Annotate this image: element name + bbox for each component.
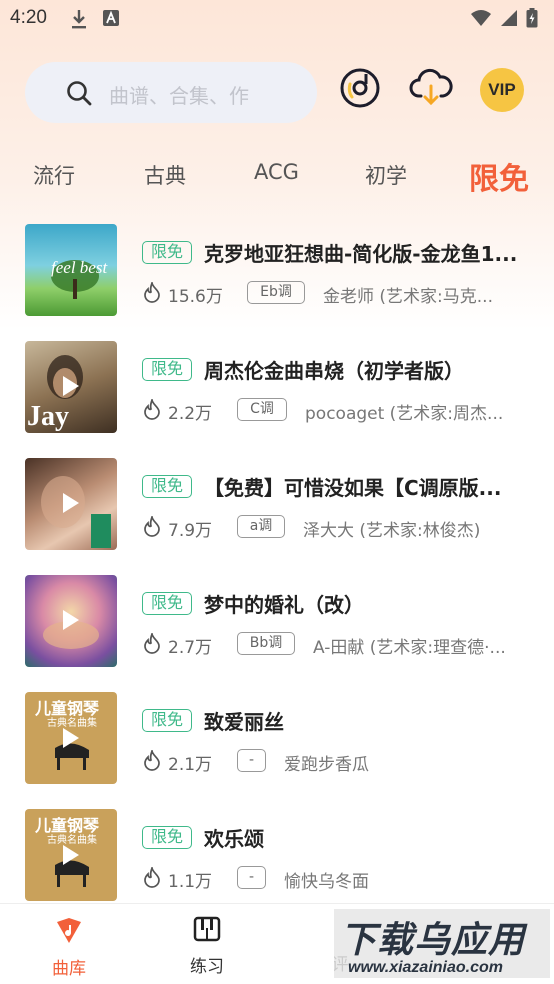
status-time: 4:20 [10, 7, 47, 28]
song-meta: 爱跑步香瓜 [284, 755, 369, 775]
download-icon [70, 9, 88, 33]
song-title: 梦中的婚礼（改） [204, 593, 364, 617]
cover-title: Jay [27, 401, 69, 432]
tab-classical[interactable]: 古典 [144, 160, 186, 190]
album-cover: Jay [25, 341, 117, 433]
song-title: 周杰伦金曲串烧（初学者版） [204, 359, 464, 383]
album-cover: 儿童钢琴 古典名曲集 [25, 692, 117, 784]
list-item[interactable]: 限免 梦中的婚礼（改） 2.7万 Bb调 A-田献 (艺术家:理查德·... [0, 575, 554, 669]
song-meta: pocoaget (艺术家:周杰... [305, 404, 504, 424]
play-icon[interactable] [61, 374, 81, 402]
app-a-icon [102, 9, 120, 33]
list-item[interactable]: 儿童钢琴 古典名曲集 限免 欢乐颂 1.1万 - 愉快乌冬面 [0, 809, 554, 903]
search-icon [66, 80, 92, 110]
key-tag: C调 [237, 398, 287, 421]
tab-free[interactable]: 限免 [469, 154, 529, 198]
watermark: 下载乌应用 www.xiazainiao.com [332, 907, 552, 980]
watermark-url: www.xiazainiao.com [348, 959, 504, 976]
free-badge: 限免 [142, 241, 192, 264]
free-badge: 限免 [142, 592, 192, 615]
list-item[interactable]: Jay 限免 周杰伦金曲串烧（初学者版） 2.2万 C调 pocoaget (艺… [0, 341, 554, 435]
list-item[interactable]: feel best 限免 克罗地亚狂想曲-简化版-金龙鱼1... 15.6万 E… [0, 224, 554, 318]
play-icon[interactable] [61, 843, 81, 871]
nav-library[interactable]: 曲库 [29, 916, 109, 979]
list-item[interactable]: 限免 【免费】可惜没如果【C调原版... 7.9万 a调 泽大大 (艺术家:林俊… [0, 458, 554, 552]
play-count: 2.2万 [168, 404, 213, 424]
nav-library-label: 曲库 [52, 959, 86, 979]
tab-beginner[interactable]: 初学 [365, 160, 407, 190]
library-icon [54, 918, 84, 948]
song-meta: 金老师 (艺术家:马克... [323, 287, 493, 307]
free-badge: 限免 [142, 826, 192, 849]
song-meta: A-田献 (艺术家:理查德·... [313, 638, 506, 658]
free-badge: 限免 [142, 475, 192, 498]
play-count: 1.1万 [168, 872, 213, 892]
fire-icon [143, 630, 161, 658]
fire-icon [143, 396, 161, 424]
free-badge: 限免 [142, 358, 192, 381]
nav-practice-label: 练习 [190, 957, 224, 977]
signal-icon [500, 9, 518, 31]
fire-icon [143, 279, 161, 307]
list-item[interactable]: 儿童钢琴 古典名曲集 限免 致爱丽丝 2.1万 - 爱跑步香瓜 [0, 692, 554, 786]
fire-icon [143, 747, 161, 775]
key-tag: Bb调 [237, 632, 295, 655]
key-tag: - [237, 749, 266, 772]
key-tag: a调 [237, 515, 285, 538]
play-icon[interactable] [61, 491, 81, 519]
music-disc-button[interactable] [338, 68, 382, 112]
album-cover [25, 575, 117, 667]
song-title: 欢乐颂 [204, 827, 264, 851]
album-cover [25, 458, 117, 550]
play-count: 7.9万 [168, 521, 213, 541]
song-meta: 愉快乌冬面 [284, 872, 369, 892]
play-count: 2.7万 [168, 638, 213, 658]
fire-icon [143, 864, 161, 892]
cloud-download-button[interactable] [409, 68, 453, 112]
wifi-icon [470, 9, 492, 31]
song-title: 克罗地亚狂想曲-简化版-金龙鱼1... [204, 242, 518, 266]
tab-acg[interactable]: ACG [254, 160, 299, 184]
key-tag: Eb调 [247, 281, 305, 304]
song-meta: 泽大大 (艺术家:林俊杰) [303, 521, 481, 541]
free-badge: 限免 [142, 709, 192, 732]
play-icon[interactable] [61, 608, 81, 636]
play-count: 2.1万 [168, 755, 213, 775]
album-cover: 儿童钢琴 古典名曲集 [25, 809, 117, 901]
song-title: 致爱丽丝 [204, 710, 284, 734]
category-tabs: 流行 古典 ACG 初学 限免 [0, 150, 554, 204]
song-title: 【免费】可惜没如果【C调原版... [204, 476, 502, 500]
cloud-download-icon [409, 68, 453, 112]
status-bar: 4:20 [0, 0, 554, 38]
play-count: 15.6万 [168, 287, 223, 307]
music-disc-icon [339, 67, 381, 113]
search-input[interactable]: 曲谱、合集、作 [25, 62, 317, 123]
tab-popular[interactable]: 流行 [33, 160, 75, 190]
play-icon[interactable] [61, 726, 81, 754]
cover-title: feel best [51, 258, 108, 277]
key-tag: - [237, 866, 266, 889]
watermark-text: 下载乌应用 [340, 920, 526, 961]
album-cover: feel best [25, 224, 117, 316]
battery-icon [526, 8, 538, 32]
vip-button[interactable]: VIP [480, 68, 524, 112]
fire-icon [143, 513, 161, 541]
nav-practice[interactable]: 练习 [167, 916, 247, 977]
search-placeholder: 曲谱、合集、作 [109, 84, 249, 108]
piano-icon [193, 916, 221, 946]
